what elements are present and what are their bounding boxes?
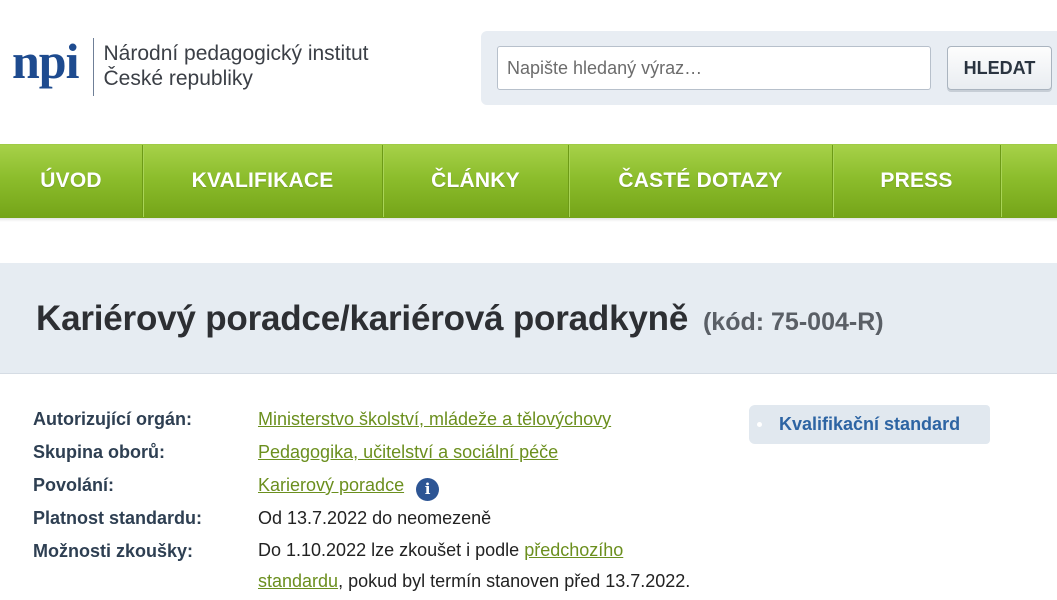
- qualification-standard-tag[interactable]: Kvalifikační standard: [749, 405, 990, 444]
- qualification-code: (kód: 75-004-R): [702, 308, 884, 336]
- detail-row-validity: Platnost standardu: Od 13.7.2022 do neom…: [33, 502, 733, 535]
- info-icon[interactable]: i: [416, 478, 440, 501]
- logo-divider: [92, 38, 94, 96]
- title-band: Kariérový poradce/kariérová poradkyně (k…: [0, 263, 1057, 374]
- nav-item-more[interactable]: [1001, 145, 1057, 217]
- detail-row-authority: Autorizující orgán: Ministerstvo školstv…: [33, 403, 733, 436]
- profession-link[interactable]: Karierový poradce: [258, 475, 404, 495]
- validity-value: Od 13.7.2022 do neomezeně: [258, 508, 492, 528]
- exam-options-label: Možnosti zkoušky:: [33, 541, 194, 561]
- search-box: HLEDAT: [481, 31, 1057, 105]
- nav-item-kvalifikace[interactable]: KVALIFIKACE: [143, 145, 383, 217]
- previous-standard-link-cont[interactable]: standardu: [258, 571, 338, 591]
- page-title: Kariérový poradce/kariérová poradkyně (k…: [36, 299, 884, 339]
- exam-text-before: Do 1.10.2022 lze zkoušet i podle: [258, 540, 525, 560]
- main-nav: ÚVOD KVALIFIKACE ČLÁNKY ČASTÉ DOTAZY PRE…: [0, 144, 1057, 218]
- nav-shadow: [0, 218, 1057, 222]
- profession-label: Povolání:: [33, 475, 115, 495]
- field-group-label: Skupina oborů:: [33, 442, 165, 462]
- org-name-line2: České republiky: [103, 67, 253, 90]
- detail-row-exam-options: Možnosti zkoušky: Do 1.10.2022 lze zkouš…: [33, 535, 733, 597]
- authority-link[interactable]: Ministerstvo školství, mládeže a tělovýc…: [258, 409, 611, 429]
- search-button[interactable]: HLEDAT: [947, 46, 1052, 90]
- detail-row-field-group: Skupina oborů: Pedagogika, učitelství a …: [33, 436, 733, 469]
- detail-row-profession: Povolání: Karierový poradce i: [33, 469, 733, 502]
- qualification-title: Kariérový poradce/kariérová poradkyně: [36, 299, 689, 338]
- nav-item-caste-dotazy[interactable]: ČASTÉ DOTAZY: [569, 145, 833, 217]
- validity-label: Platnost standardu:: [33, 508, 203, 528]
- nav-item-press[interactable]: PRESS: [833, 145, 1001, 217]
- nav-item-clanky[interactable]: ČLÁNKY: [383, 145, 569, 217]
- qualification-details: Autorizující orgán: Ministerstvo školstv…: [33, 403, 733, 597]
- exam-text-after: , pokud byl termín stanoven před 13.7.20…: [338, 571, 691, 591]
- authority-label: Autorizující orgán:: [33, 409, 192, 429]
- nav-item-uvod[interactable]: ÚVOD: [0, 145, 143, 217]
- npi-logo[interactable]: npi Národní pedagogický institut České r…: [12, 34, 369, 98]
- exam-options-value: Do 1.10.2022 lze zkoušet i podle předcho…: [258, 535, 690, 597]
- org-name: Národní pedagogický institut České repub…: [104, 41, 369, 91]
- logo-mark: npi: [12, 33, 80, 89]
- search-input[interactable]: [497, 46, 931, 90]
- previous-standard-link[interactable]: předchozího: [524, 540, 623, 560]
- org-name-line1: Národní pedagogický institut: [103, 42, 369, 65]
- field-group-link[interactable]: Pedagogika, učitelství a sociální péče: [258, 442, 558, 462]
- site-header: npi Národní pedagogický institut České r…: [0, 0, 1057, 144]
